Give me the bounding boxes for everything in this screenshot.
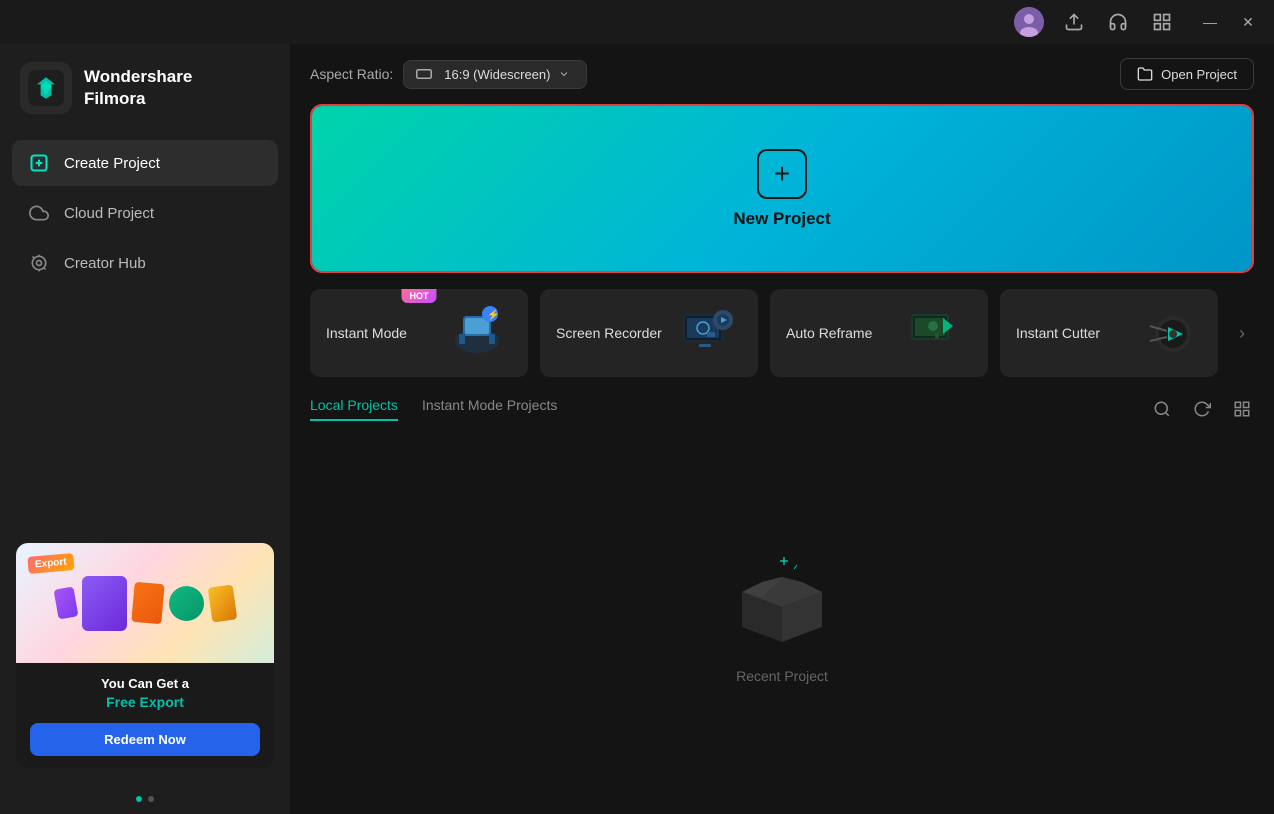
ad-subtitle: Free Export — [106, 694, 184, 710]
aspect-ratio-dropdown[interactable]: 16:9 (Widescreen) — [403, 60, 587, 89]
grid-view-button[interactable] — [1230, 397, 1254, 421]
headphones-icon[interactable] — [1104, 8, 1132, 36]
projects-tabs: Local Projects Instant Mode Projects — [310, 397, 1254, 421]
minimize-button[interactable]: — — [1200, 12, 1220, 32]
carousel-dots — [0, 788, 290, 814]
feature-cards-next-button[interactable]: › — [1230, 289, 1254, 377]
screen-recorder-label: Screen Recorder — [556, 325, 662, 341]
upload-icon[interactable] — [1060, 8, 1088, 36]
dot-2[interactable] — [148, 796, 154, 802]
refresh-button[interactable] — [1190, 397, 1214, 421]
open-project-button[interactable]: Open Project — [1120, 58, 1254, 90]
new-project-label: New Project — [733, 209, 830, 229]
sidebar-item-cloud-project[interactable]: Cloud Project — [12, 190, 278, 236]
sidebar-nav: Create Project Cloud Project — [0, 132, 290, 294]
instant-cutter-icon — [1132, 303, 1202, 363]
ad-card: Export You Can Get a Free Export Redeem … — [16, 543, 274, 768]
sidebar-item-creator-hub[interactable]: Creator Hub — [12, 240, 278, 286]
open-project-label: Open Project — [1161, 67, 1237, 82]
tabs-right — [1150, 397, 1254, 421]
empty-label: Recent Project — [736, 668, 828, 684]
ad-decorations — [56, 576, 235, 631]
aspect-ratio-value: 16:9 (Widescreen) — [444, 67, 550, 82]
ad-image: Export — [16, 543, 274, 663]
svg-text:⚡: ⚡ — [487, 308, 499, 321]
tab-local-projects[interactable]: Local Projects — [310, 397, 398, 421]
app-name: Wondershare Filmora — [84, 66, 192, 110]
close-button[interactable]: ✕ — [1238, 12, 1258, 32]
window-controls: — ✕ — [1200, 12, 1258, 32]
lightbulb-icon — [28, 252, 50, 274]
content-area: Aspect Ratio: 16:9 (Widescreen) Open Pro… — [290, 44, 1274, 814]
tab-instant-mode-projects[interactable]: Instant Mode Projects — [422, 397, 557, 421]
main-layout: Wondershare Filmora Create Project — [0, 44, 1274, 814]
cloud-icon — [28, 202, 50, 224]
hot-badge: HOT — [402, 289, 437, 303]
screen-recorder-icon — [672, 303, 742, 363]
plus-square-icon — [28, 152, 50, 174]
tabs-left: Local Projects Instant Mode Projects — [310, 397, 557, 421]
grid-icon[interactable] — [1148, 8, 1176, 36]
new-project-banner[interactable]: + New Project — [310, 104, 1254, 273]
sidebar-item-create-project[interactable]: Create Project — [12, 140, 278, 186]
ad-title: You Can Get a Free Export — [30, 675, 260, 713]
new-project-inner: + New Project — [312, 106, 1252, 271]
redeem-button[interactable]: Redeem Now — [30, 723, 260, 756]
title-bar-icons: — ✕ — [1014, 7, 1258, 37]
feature-card-instant-mode[interactable]: HOT Instant Mode ⚡ — [310, 289, 528, 377]
sidebar: Wondershare Filmora Create Project — [0, 44, 290, 814]
dot-1[interactable] — [136, 796, 142, 802]
feature-card-screen-recorder[interactable]: Screen Recorder — [540, 289, 758, 377]
search-button[interactable] — [1150, 397, 1174, 421]
projects-section: Local Projects Instant Mode Projects — [310, 397, 1254, 794]
empty-box-icon — [722, 547, 842, 652]
title-bar: — ✕ — [0, 0, 1274, 44]
instant-cutter-label: Instant Cutter — [1016, 325, 1100, 341]
feature-cards: HOT Instant Mode ⚡ Screen Record — [310, 289, 1254, 377]
content-topbar: Aspect Ratio: 16:9 (Widescreen) Open Pro… — [310, 44, 1254, 104]
logo-area: Wondershare Filmora — [0, 44, 290, 132]
avatar-icon[interactable] — [1014, 7, 1044, 37]
aspect-ratio-selector: Aspect Ratio: 16:9 (Widescreen) — [310, 60, 587, 89]
sidebar-item-label: Create Project — [64, 155, 160, 172]
logo-icon — [20, 62, 72, 114]
sidebar-item-label: Cloud Project — [64, 205, 154, 222]
sidebar-item-label: Creator Hub — [64, 255, 146, 272]
feature-card-instant-cutter[interactable]: Instant Cutter — [1000, 289, 1218, 377]
new-project-plus-icon: + — [757, 149, 807, 199]
ad-content: You Can Get a Free Export Redeem Now — [16, 663, 274, 768]
empty-state: Recent Project — [310, 437, 1254, 794]
aspect-ratio-label: Aspect Ratio: — [310, 66, 393, 82]
instant-mode-icon: ⚡ — [442, 303, 512, 363]
export-badge: Export — [27, 553, 74, 574]
auto-reframe-icon — [902, 303, 972, 363]
instant-mode-label: Instant Mode — [326, 325, 407, 341]
auto-reframe-label: Auto Reframe — [786, 325, 872, 341]
feature-card-auto-reframe[interactable]: Auto Reframe — [770, 289, 988, 377]
